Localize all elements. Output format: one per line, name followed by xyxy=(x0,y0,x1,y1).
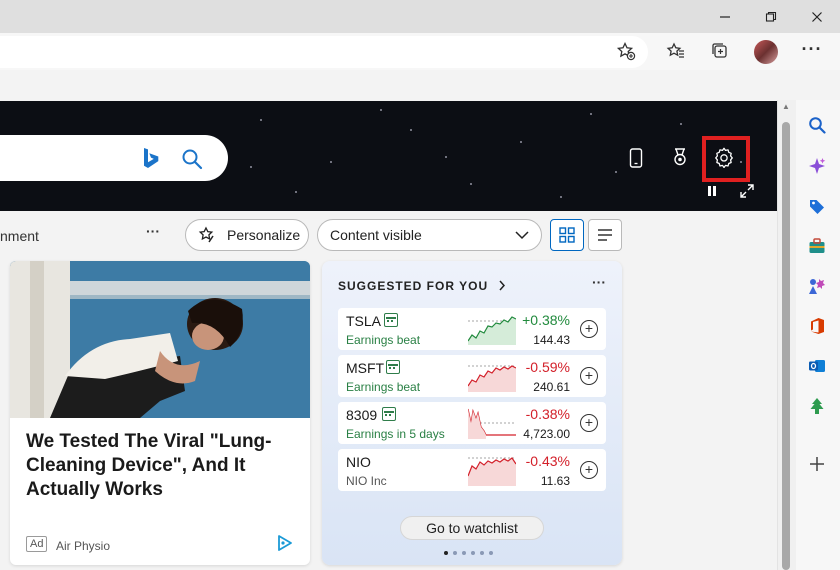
favorite-add-icon[interactable] xyxy=(611,36,641,66)
add-to-watchlist-button[interactable]: + xyxy=(580,461,598,479)
article-title[interactable]: We Tested The Viral "Lung-Cleaning Devic… xyxy=(26,430,296,502)
more-icon[interactable]: ··· xyxy=(797,34,827,64)
ad-source[interactable]: Air Physio xyxy=(56,539,110,553)
stock-ticker: NIO xyxy=(346,454,371,470)
personalize-icon xyxy=(198,226,214,243)
stock-change: +0.38% xyxy=(522,312,570,328)
copilot-icon[interactable] xyxy=(806,155,828,177)
add-icon[interactable] xyxy=(806,453,828,475)
hero-banner xyxy=(0,101,777,211)
search-icon[interactable] xyxy=(806,114,828,136)
close-icon[interactable] xyxy=(794,0,840,33)
games-icon[interactable] xyxy=(806,275,828,297)
article-image xyxy=(10,261,310,418)
calendar-icon xyxy=(386,360,400,374)
outlook-icon[interactable] xyxy=(806,355,828,377)
list-icon xyxy=(598,229,612,241)
stock-row-nio[interactable]: NIO NIO Inc -0.43% 11.63 + xyxy=(338,449,606,491)
rewards-icon[interactable] xyxy=(669,146,691,168)
favorites-icon[interactable] xyxy=(661,36,691,66)
stock-price: 11.63 xyxy=(540,474,570,488)
stock-change: -0.43% xyxy=(525,453,570,469)
pause-icon[interactable] xyxy=(704,183,720,199)
content-visible-label: Content visible xyxy=(330,227,422,243)
drop-icon[interactable] xyxy=(806,395,828,417)
stock-subtitle: Earnings in 5 days xyxy=(346,427,445,441)
watchlist-more-button[interactable]: ··· xyxy=(592,274,606,290)
bing-icon[interactable] xyxy=(141,147,159,169)
tools-icon[interactable] xyxy=(806,235,828,257)
office-icon[interactable] xyxy=(806,315,828,337)
stock-change: -0.59% xyxy=(525,359,570,375)
carousel-dots[interactable] xyxy=(444,551,504,557)
search-icon[interactable] xyxy=(181,148,203,170)
list-view-button[interactable] xyxy=(588,219,622,251)
scrollbar-thumb[interactable] xyxy=(782,122,790,570)
add-to-watchlist-button[interactable]: + xyxy=(580,367,598,385)
settings-highlight xyxy=(702,136,750,182)
title-bar xyxy=(0,0,840,33)
content-visibility-dropdown[interactable]: Content visible xyxy=(317,219,542,251)
tab-entertainment[interactable]: nment xyxy=(0,228,39,244)
stock-price: 240.61 xyxy=(533,380,570,394)
minimize-icon[interactable] xyxy=(702,0,748,33)
address-toolbar: ··· xyxy=(0,33,840,70)
restore-icon[interactable] xyxy=(748,0,794,33)
scroll-up-arrow[interactable]: ▲ xyxy=(780,102,792,114)
stock-price: 4,723.00 xyxy=(523,427,570,441)
address-bar[interactable] xyxy=(0,36,648,68)
watchlist-card: SUGGESTED FOR YOU ··· TSLA Earnings beat… xyxy=(322,261,622,565)
adchoices-icon[interactable] xyxy=(276,534,294,552)
sparkline-chart xyxy=(468,408,516,439)
stock-subtitle: Earnings beat xyxy=(346,333,421,347)
stock-price: 144.43 xyxy=(533,333,570,347)
profile-avatar[interactable] xyxy=(754,40,778,64)
collections-icon[interactable] xyxy=(705,36,735,66)
grid-icon xyxy=(559,227,575,243)
phone-icon[interactable] xyxy=(626,147,646,169)
stock-subtitle: Earnings beat xyxy=(346,380,421,394)
watchlist-header[interactable]: SUGGESTED FOR YOU xyxy=(338,279,506,293)
article-card[interactable]: We Tested The Viral "Lung-Cleaning Devic… xyxy=(10,261,310,565)
stock-ticker: MSFT xyxy=(346,360,385,376)
chevron-down-icon xyxy=(515,231,529,240)
chevron-right-icon xyxy=(499,280,506,291)
stock-ticker: 8309 xyxy=(346,407,378,423)
grid-view-button[interactable] xyxy=(550,219,584,251)
stock-change: -0.38% xyxy=(525,406,570,422)
calendar-icon xyxy=(384,313,398,327)
calendar-icon xyxy=(382,407,396,421)
stock-subtitle: NIO Inc xyxy=(346,474,387,488)
stock-row-tsla[interactable]: TSLA Earnings beat +0.38% 144.43 + xyxy=(338,308,606,350)
go-to-watchlist-button[interactable]: Go to watchlist xyxy=(400,516,544,540)
personalize-button[interactable]: Personalize xyxy=(185,219,309,251)
add-to-watchlist-button[interactable]: + xyxy=(580,320,598,338)
edge-sidebar xyxy=(796,100,840,570)
sparkline-chart xyxy=(468,365,516,392)
stock-ticker: TSLA xyxy=(346,313,382,329)
shopping-icon[interactable] xyxy=(806,195,828,217)
sparkline-chart xyxy=(468,316,516,345)
expand-icon[interactable] xyxy=(738,183,756,199)
nav-more-button[interactable]: ··· xyxy=(146,223,160,239)
stock-row-msft[interactable]: MSFT Earnings beat -0.59% 240.61 + xyxy=(338,355,606,397)
sparkline-chart xyxy=(468,457,516,486)
stock-row-8309[interactable]: 8309 Earnings in 5 days -0.38% 4,723.00 … xyxy=(338,402,606,444)
personalize-label: Personalize xyxy=(227,227,301,243)
ad-badge: Ad xyxy=(26,536,48,552)
add-to-watchlist-button[interactable]: + xyxy=(580,414,598,432)
